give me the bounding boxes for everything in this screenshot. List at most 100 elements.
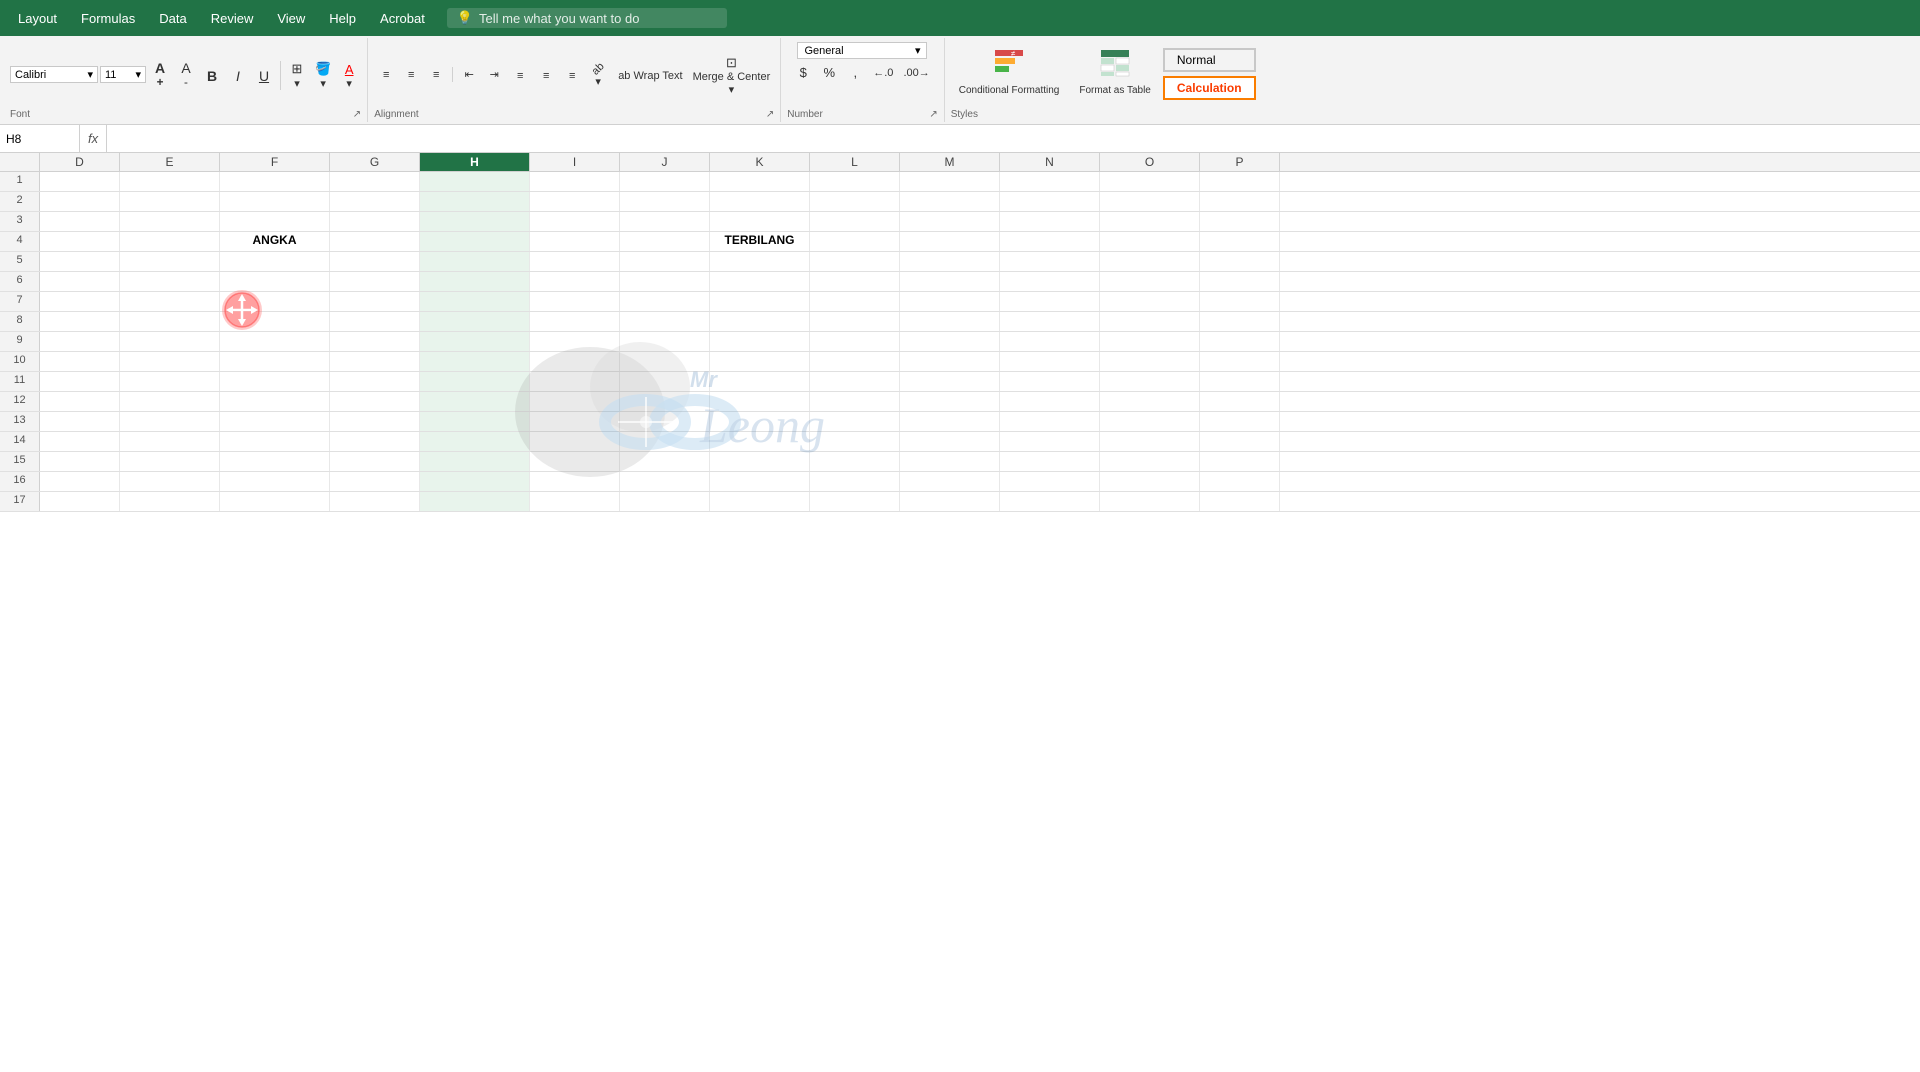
cell-J4[interactable] — [620, 232, 710, 251]
col-header-e[interactable]: E — [120, 153, 220, 171]
cell-D12[interactable] — [40, 392, 120, 411]
comma-btn[interactable]: , — [843, 63, 867, 82]
cell-I12[interactable] — [530, 392, 620, 411]
cell-K8[interactable] — [710, 312, 810, 331]
cell-G13[interactable] — [330, 412, 420, 431]
cell-M13[interactable] — [900, 412, 1000, 431]
align-top-right-btn[interactable]: ≡ — [424, 66, 448, 83]
cell-D15[interactable] — [40, 452, 120, 471]
cell-I2[interactable] — [530, 192, 620, 211]
cell-N10[interactable] — [1000, 352, 1100, 371]
cell-F12[interactable] — [220, 392, 330, 411]
cell-H14[interactable] — [420, 432, 530, 451]
cell-D11[interactable] — [40, 372, 120, 391]
cell-P6[interactable] — [1200, 272, 1280, 291]
cell-P12[interactable] — [1200, 392, 1280, 411]
cell-K6[interactable] — [710, 272, 810, 291]
cell-O4[interactable] — [1100, 232, 1200, 251]
cell-E7[interactable] — [120, 292, 220, 311]
cell-E9[interactable] — [120, 332, 220, 351]
cell-P15[interactable] — [1200, 452, 1280, 471]
cell-N9[interactable] — [1000, 332, 1100, 351]
cell-G6[interactable] — [330, 272, 420, 291]
cell-G3[interactable] — [330, 212, 420, 231]
cell-O6[interactable] — [1100, 272, 1200, 291]
cell-F13[interactable] — [220, 412, 330, 431]
cell-H3[interactable] — [420, 212, 530, 231]
cell-P16[interactable] — [1200, 472, 1280, 491]
cell-M15[interactable] — [900, 452, 1000, 471]
cell-E4[interactable] — [120, 232, 220, 251]
cell-D8[interactable] — [40, 312, 120, 331]
cell-D17[interactable] — [40, 492, 120, 511]
cell-F6[interactable] — [220, 272, 330, 291]
cell-P11[interactable] — [1200, 372, 1280, 391]
cell-G7[interactable] — [330, 292, 420, 311]
cell-J3[interactable] — [620, 212, 710, 231]
cell-H7[interactable] — [420, 292, 530, 311]
cell-H17[interactable] — [420, 492, 530, 511]
search-bar[interactable]: 💡 Tell me what you want to do — [447, 8, 727, 28]
cell-H8[interactable] — [420, 312, 530, 331]
cell-F16[interactable] — [220, 472, 330, 491]
cell-J14[interactable] — [620, 432, 710, 451]
cell-P1[interactable] — [1200, 172, 1280, 191]
cell-K16[interactable] — [710, 472, 810, 491]
cell-F7[interactable] — [220, 292, 330, 311]
cell-L13[interactable] — [810, 412, 900, 431]
cell-E17[interactable] — [120, 492, 220, 511]
cell-P5[interactable] — [1200, 252, 1280, 271]
cell-H4[interactable] — [420, 232, 530, 251]
cell-N15[interactable] — [1000, 452, 1100, 471]
cell-N1[interactable] — [1000, 172, 1100, 191]
cell-K5[interactable] — [710, 252, 810, 271]
cell-K7[interactable] — [710, 292, 810, 311]
cell-I7[interactable] — [530, 292, 620, 311]
cell-G1[interactable] — [330, 172, 420, 191]
decrease-decimal-btn[interactable]: ←.0 — [869, 65, 897, 81]
cell-J10[interactable] — [620, 352, 710, 371]
cell-E11[interactable] — [120, 372, 220, 391]
merge-center-btn[interactable]: ⊡ Merge & Center▾ — [689, 53, 775, 98]
cell-E10[interactable] — [120, 352, 220, 371]
cell-M16[interactable] — [900, 472, 1000, 491]
menu-data[interactable]: Data — [149, 7, 196, 30]
cell-K4[interactable]: TERBILANG — [710, 232, 810, 251]
col-header-p[interactable]: P — [1200, 153, 1280, 171]
cell-L15[interactable] — [810, 452, 900, 471]
cell-L4[interactable] — [810, 232, 900, 251]
cell-G12[interactable] — [330, 392, 420, 411]
cell-H10[interactable] — [420, 352, 530, 371]
cell-L6[interactable] — [810, 272, 900, 291]
font-size-dropdown[interactable]: 11 ▾ — [100, 66, 146, 83]
cell-E16[interactable] — [120, 472, 220, 491]
cell-N5[interactable] — [1000, 252, 1100, 271]
col-header-g[interactable]: G — [330, 153, 420, 171]
font-expand-icon[interactable]: ↗ — [353, 109, 361, 120]
cell-D14[interactable] — [40, 432, 120, 451]
cell-M2[interactable] — [900, 192, 1000, 211]
cell-J11[interactable] — [620, 372, 710, 391]
cell-P17[interactable] — [1200, 492, 1280, 511]
col-header-o[interactable]: O — [1100, 153, 1200, 171]
cell-F5[interactable] — [220, 252, 330, 271]
cell-G10[interactable] — [330, 352, 420, 371]
cell-O7[interactable] — [1100, 292, 1200, 311]
number-expand-icon[interactable]: ↗ — [929, 109, 937, 120]
cell-L7[interactable] — [810, 292, 900, 311]
cell-I14[interactable] — [530, 432, 620, 451]
cell-M12[interactable] — [900, 392, 1000, 411]
cell-I5[interactable] — [530, 252, 620, 271]
cell-D3[interactable] — [40, 212, 120, 231]
cell-H6[interactable] — [420, 272, 530, 291]
cell-L12[interactable] — [810, 392, 900, 411]
cell-M1[interactable] — [900, 172, 1000, 191]
cell-I1[interactable] — [530, 172, 620, 191]
cell-M9[interactable] — [900, 332, 1000, 351]
number-format-dropdown[interactable]: General ▾ — [797, 42, 927, 59]
cell-K10[interactable] — [710, 352, 810, 371]
cell-G9[interactable] — [330, 332, 420, 351]
cell-N4[interactable] — [1000, 232, 1100, 251]
cell-I6[interactable] — [530, 272, 620, 291]
cell-N8[interactable] — [1000, 312, 1100, 331]
